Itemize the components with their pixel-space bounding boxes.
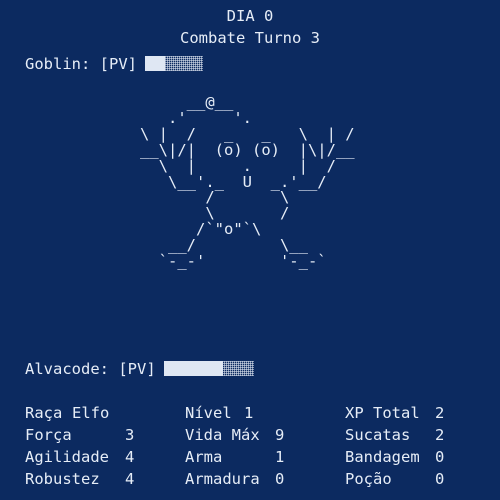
combat-turn-title: Combate Turno 3: [180, 29, 320, 47]
stats-row: Agilidade 4 Arma 1 Bandagem 0: [25, 448, 475, 470]
stat-label-armor: Armadura: [185, 470, 260, 488]
stat-label-agility: Agilidade: [25, 448, 109, 466]
stat-label-weapon: Arma: [185, 448, 223, 466]
player-hp-fill: [163, 361, 224, 376]
stat-value-weapon: 1: [275, 448, 285, 466]
stats-row: Robustez 4 Armadura 0 Poção 0: [25, 470, 475, 492]
enemy-status: Goblin: [PV]: [25, 55, 203, 73]
player-status: Alvacode: [PV]: [25, 360, 254, 378]
stat-value-bandage: 0: [435, 448, 445, 466]
stats-row: Força 3 Vida Máx 9 Sucatas 2: [25, 426, 475, 448]
stat-value-scrap: 2: [435, 426, 445, 444]
stat-label-max-hp: Vida Máx: [185, 426, 260, 444]
stat-label-bandage: Bandagem: [345, 448, 420, 466]
stat-value-potion: 0: [435, 470, 445, 488]
stat-label-strength: Força: [25, 426, 72, 444]
stat-value-armor: 0: [275, 470, 285, 488]
stats-row: Raça Elfo Nível 1 XP Total 2: [25, 404, 475, 426]
goblin-ascii-art: __@__ .' '. \ | / _ _ \ | / __\|/| (o) (…: [140, 93, 355, 271]
stat-label-race: Raça: [25, 404, 63, 422]
stat-value-toughness: 4: [125, 470, 135, 488]
player-name: Alvacode:: [25, 360, 109, 378]
player-hp-label: [PV]: [118, 360, 156, 378]
stat-value-race: Elfo: [72, 404, 110, 422]
stat-label-xp: XP Total: [345, 404, 420, 422]
stat-value-strength: 3: [125, 426, 135, 444]
stat-label-scrap: Sucatas: [345, 426, 411, 444]
enemy-hp-label: [PV]: [99, 55, 137, 73]
day-counter: DIA 0: [226, 7, 274, 25]
stat-value-agility: 4: [125, 448, 135, 466]
stat-value-xp: 2: [435, 404, 445, 422]
enemy-hp-fill: [145, 56, 166, 71]
stat-label-level: Nível: [185, 404, 232, 422]
stat-label-potion: Poção: [345, 470, 392, 488]
enemy-hp-bar: [145, 56, 203, 71]
stat-value-level: 1: [244, 404, 254, 422]
stat-value-max-hp: 9: [275, 426, 285, 444]
player-hp-bar: [163, 361, 254, 376]
enemy-name: Goblin:: [25, 55, 91, 73]
stat-label-toughness: Robustez: [25, 470, 100, 488]
